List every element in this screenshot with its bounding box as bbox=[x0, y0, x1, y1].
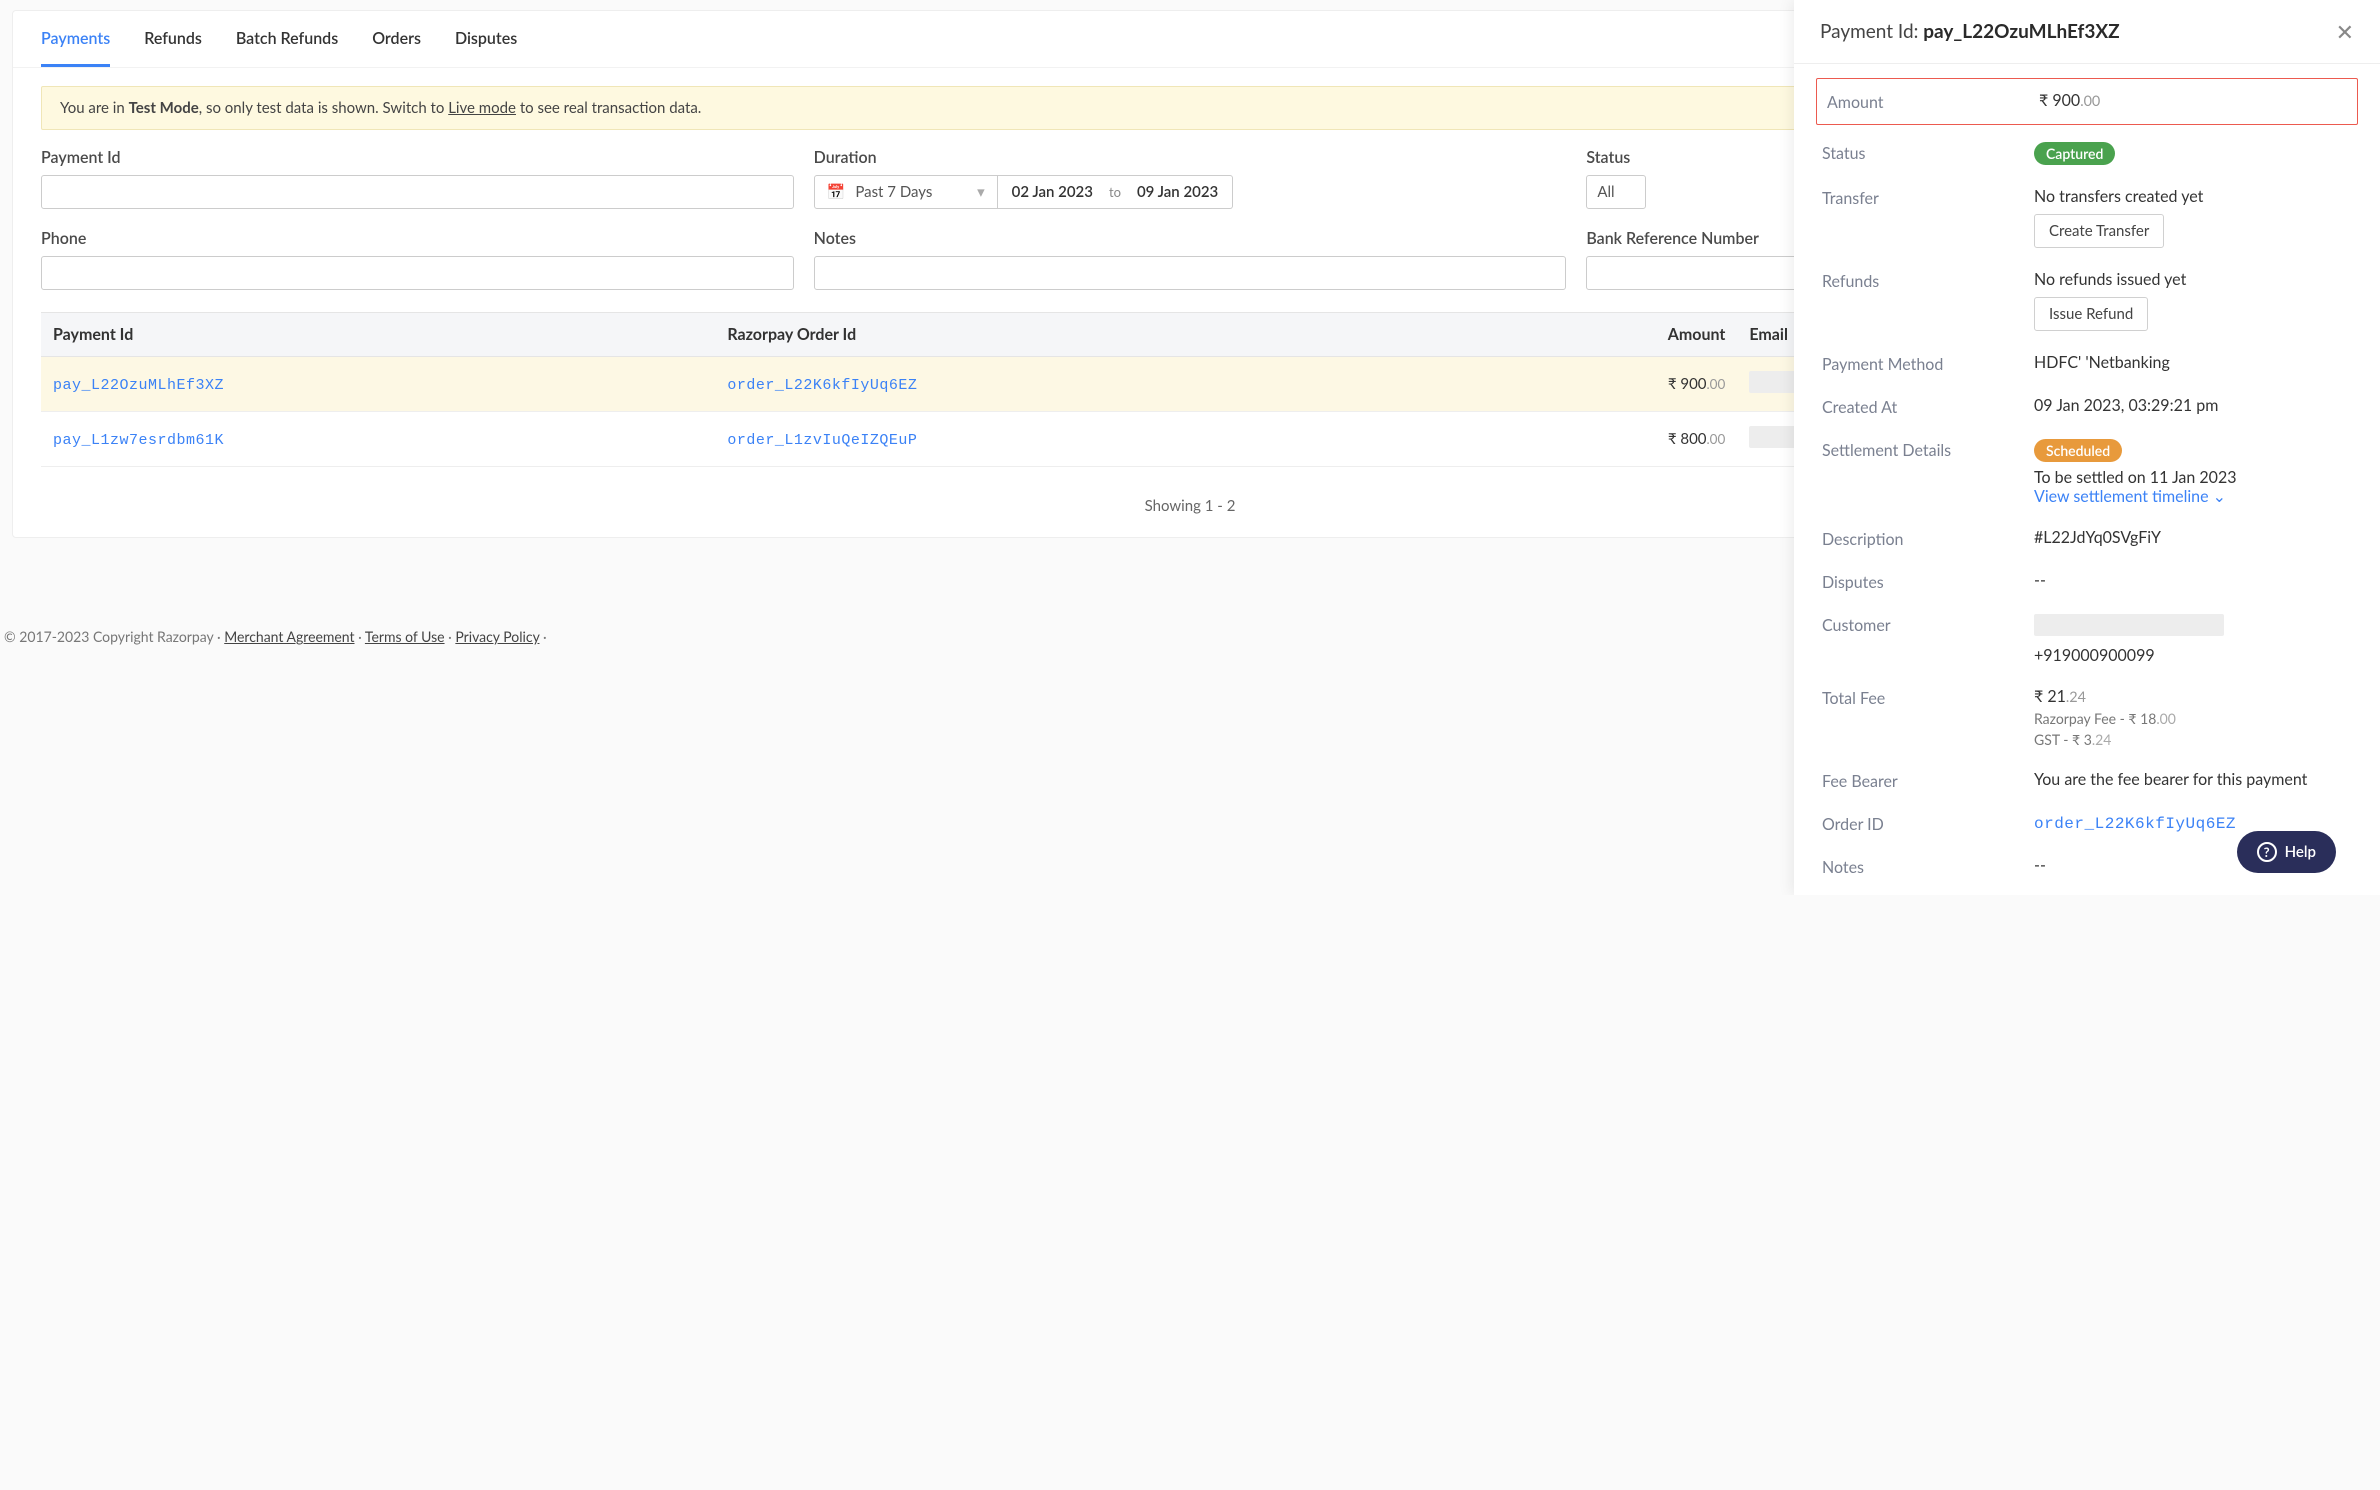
amount-value: ₹ 900.00 bbox=[2039, 91, 2347, 110]
tab-disputes[interactable]: Disputes bbox=[455, 11, 517, 67]
chevron-down-icon: ▾ bbox=[977, 183, 985, 201]
phone-filter-label: Phone bbox=[41, 229, 794, 248]
tab-payments[interactable]: Payments bbox=[41, 11, 110, 67]
fee-bearer-value: You are the fee bearer for this payment bbox=[2034, 770, 2352, 789]
order-id-label: Order ID bbox=[1822, 813, 2030, 834]
order-id-link[interactable]: order_L1zvIuQeIZQEuP bbox=[727, 432, 917, 449]
panel-title: Payment Id: pay_L22OzuMLhEf3XZ bbox=[1820, 20, 2120, 43]
issue-refund-button[interactable]: Issue Refund bbox=[2034, 297, 2148, 331]
view-settlement-link[interactable]: View settlement timeline ⌄ bbox=[2034, 487, 2226, 506]
notes-input[interactable] bbox=[814, 256, 1567, 290]
payment-id-link[interactable]: pay_L1zw7esrdbm61K bbox=[53, 432, 224, 449]
payment-id-filter-label: Payment Id bbox=[41, 148, 794, 167]
transfer-label: Transfer bbox=[1822, 187, 2030, 208]
footer-link-merchant[interactable]: Merchant Agreement bbox=[224, 628, 354, 645]
refunds-text: No refunds issued yet bbox=[2034, 270, 2186, 289]
description-label: Description bbox=[1822, 528, 2030, 549]
transfer-text: No transfers created yet bbox=[2034, 187, 2203, 206]
amount-highlight: Amount ₹ 900.00 bbox=[1816, 78, 2358, 125]
tab-orders[interactable]: Orders bbox=[372, 11, 421, 67]
chevron-down-icon: ⌄ bbox=[2213, 487, 2226, 506]
phone-input[interactable] bbox=[41, 256, 794, 290]
col-order-id: Razorpay Order Id bbox=[715, 313, 1455, 357]
footer-link-terms[interactable]: Terms of Use bbox=[365, 628, 445, 645]
tab-batch-refunds[interactable]: Batch Refunds bbox=[236, 11, 338, 67]
status-badge: Captured bbox=[2034, 142, 2115, 165]
created-label: Created At bbox=[1822, 396, 2030, 417]
customer-label: Customer bbox=[1822, 614, 2030, 635]
customer-phone: +919000900099 bbox=[2034, 646, 2155, 665]
status-select[interactable]: All bbox=[1586, 175, 1646, 209]
settlement-label: Settlement Details bbox=[1822, 439, 2030, 460]
calendar-icon: 📅 bbox=[827, 183, 846, 201]
fee-label: Total Fee bbox=[1822, 687, 2030, 708]
footer-link-privacy[interactable]: Privacy Policy bbox=[455, 628, 539, 645]
fee-bearer-label: Fee Bearer bbox=[1822, 770, 2030, 791]
refunds-label: Refunds bbox=[1822, 270, 2030, 291]
payment-id-input[interactable] bbox=[41, 175, 794, 209]
live-mode-link[interactable]: Live mode bbox=[448, 99, 516, 117]
fee-razorpay: Razorpay Fee - ₹ 18.00 bbox=[2034, 710, 2352, 727]
amount-label: Amount bbox=[1827, 91, 2035, 112]
customer-email-redacted bbox=[2034, 614, 2224, 636]
duration-preset-select[interactable]: 📅 Past 7 Days ▾ bbox=[814, 175, 998, 209]
help-icon: ? bbox=[2257, 842, 2277, 862]
description-value: #L22JdYq0SVgFiY bbox=[2034, 528, 2352, 547]
disputes-label: Disputes bbox=[1822, 571, 2030, 592]
method-label: Payment Method bbox=[1822, 353, 2030, 374]
notes-filter-label: Notes bbox=[814, 229, 1567, 248]
order-id-link[interactable]: order_L22K6kfIyUq6EZ bbox=[727, 377, 917, 394]
date-range-display[interactable]: 02 Jan 2023 to 09 Jan 2023 bbox=[998, 175, 1234, 209]
created-value: 09 Jan 2023, 03:29:21 pm bbox=[2034, 396, 2352, 415]
tab-refunds[interactable]: Refunds bbox=[144, 11, 202, 67]
row-amount: ₹ 900.00 bbox=[1455, 357, 1737, 412]
payment-id-link[interactable]: pay_L22OzuMLhEf3XZ bbox=[53, 377, 224, 394]
col-payment-id: Payment Id bbox=[41, 313, 715, 357]
col-amount: Amount bbox=[1455, 313, 1737, 357]
row-amount: ₹ 800.00 bbox=[1455, 412, 1737, 467]
duration-filter-label: Duration bbox=[814, 148, 1567, 167]
disputes-value: -- bbox=[2034, 571, 2352, 590]
order-id-link[interactable]: order_L22K6kfIyUq6EZ bbox=[2034, 815, 2236, 833]
help-button[interactable]: ? Help bbox=[2237, 831, 2336, 873]
method-value: HDFC' 'Netbanking bbox=[2034, 353, 2352, 372]
panel-notes-label: Notes bbox=[1822, 856, 2030, 877]
test-mode-label: Test Mode bbox=[129, 99, 199, 117]
close-icon[interactable]: ✕ bbox=[2336, 21, 2354, 43]
payment-detail-panel: Payment Id: pay_L22OzuMLhEf3XZ ✕ Amount … bbox=[1794, 0, 2380, 895]
create-transfer-button[interactable]: Create Transfer bbox=[2034, 214, 2164, 248]
settlement-text: To be settled on 11 Jan 2023 bbox=[2034, 468, 2237, 487]
settlement-badge: Scheduled bbox=[2034, 439, 2122, 462]
fee-total: ₹ 21.24 bbox=[2034, 687, 2086, 706]
fee-gst: GST - ₹ 3.24 bbox=[2034, 731, 2352, 748]
status-label: Status bbox=[1822, 142, 2030, 163]
